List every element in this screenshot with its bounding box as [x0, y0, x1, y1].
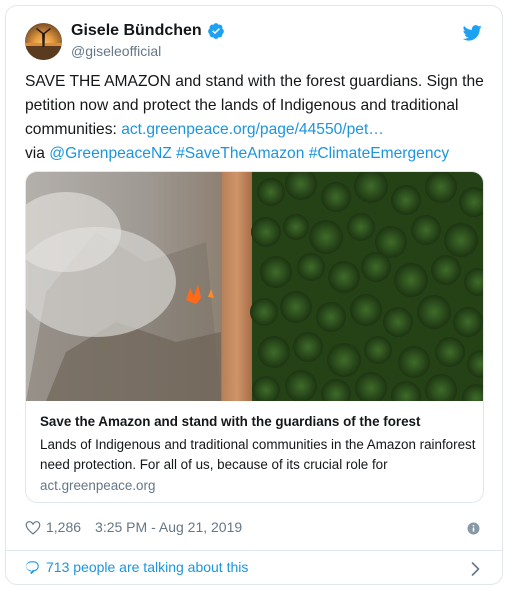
via-label: via [25, 145, 45, 162]
card-description: Lands of Indigenous and traditional comm… [40, 437, 476, 472]
speech-bubble-icon [26, 560, 39, 574]
like-count[interactable]: 1,286 [46, 519, 81, 535]
twitter-bird-icon[interactable] [463, 25, 482, 41]
card-image[interactable] [26, 172, 484, 401]
tweet-text: SAVE THE AMAZON and stand with the fores… [25, 70, 487, 166]
author-name-row[interactable]: Gisele Bündchen [71, 22, 225, 40]
handle[interactable]: @giseleofficial [71, 43, 161, 59]
link-preview-card[interactable]: Save the Amazon and stand with the guard… [25, 171, 484, 503]
conversation-link[interactable]: 713 people are talking about this [25, 559, 248, 575]
avatar[interactable] [25, 23, 62, 60]
chevron-right-icon[interactable] [471, 562, 480, 576]
avatar-image [25, 28, 62, 60]
tweet-embed: Gisele Bündchen @giseleofficial SAVE THE… [5, 5, 503, 585]
heart-icon[interactable] [25, 520, 41, 535]
display-name[interactable]: Gisele Bündchen [71, 22, 202, 40]
hashtag-savetheamazon[interactable]: #SaveTheAmazon [176, 145, 304, 162]
talking-count-label[interactable]: 713 people are talking about this [46, 559, 248, 575]
tweet-meta: 1,286 3:25 PM - Aug 21, 2019 [25, 519, 242, 535]
card-domain: act.greenpeace.org [40, 478, 156, 493]
divider [6, 550, 502, 551]
card-title[interactable]: Save the Amazon and stand with the guard… [40, 414, 420, 429]
petition-link[interactable]: act.greenpeace.org/page/44550/pet… [121, 121, 384, 138]
verified-badge-icon [207, 23, 224, 39]
info-icon[interactable] [467, 522, 480, 535]
hashtag-climateemergency[interactable]: #ClimateEmergency [309, 145, 449, 162]
mention-greenpeacenz[interactable]: @GreenpeaceNZ [49, 145, 171, 162]
timestamp[interactable]: 3:25 PM - Aug 21, 2019 [95, 519, 242, 535]
